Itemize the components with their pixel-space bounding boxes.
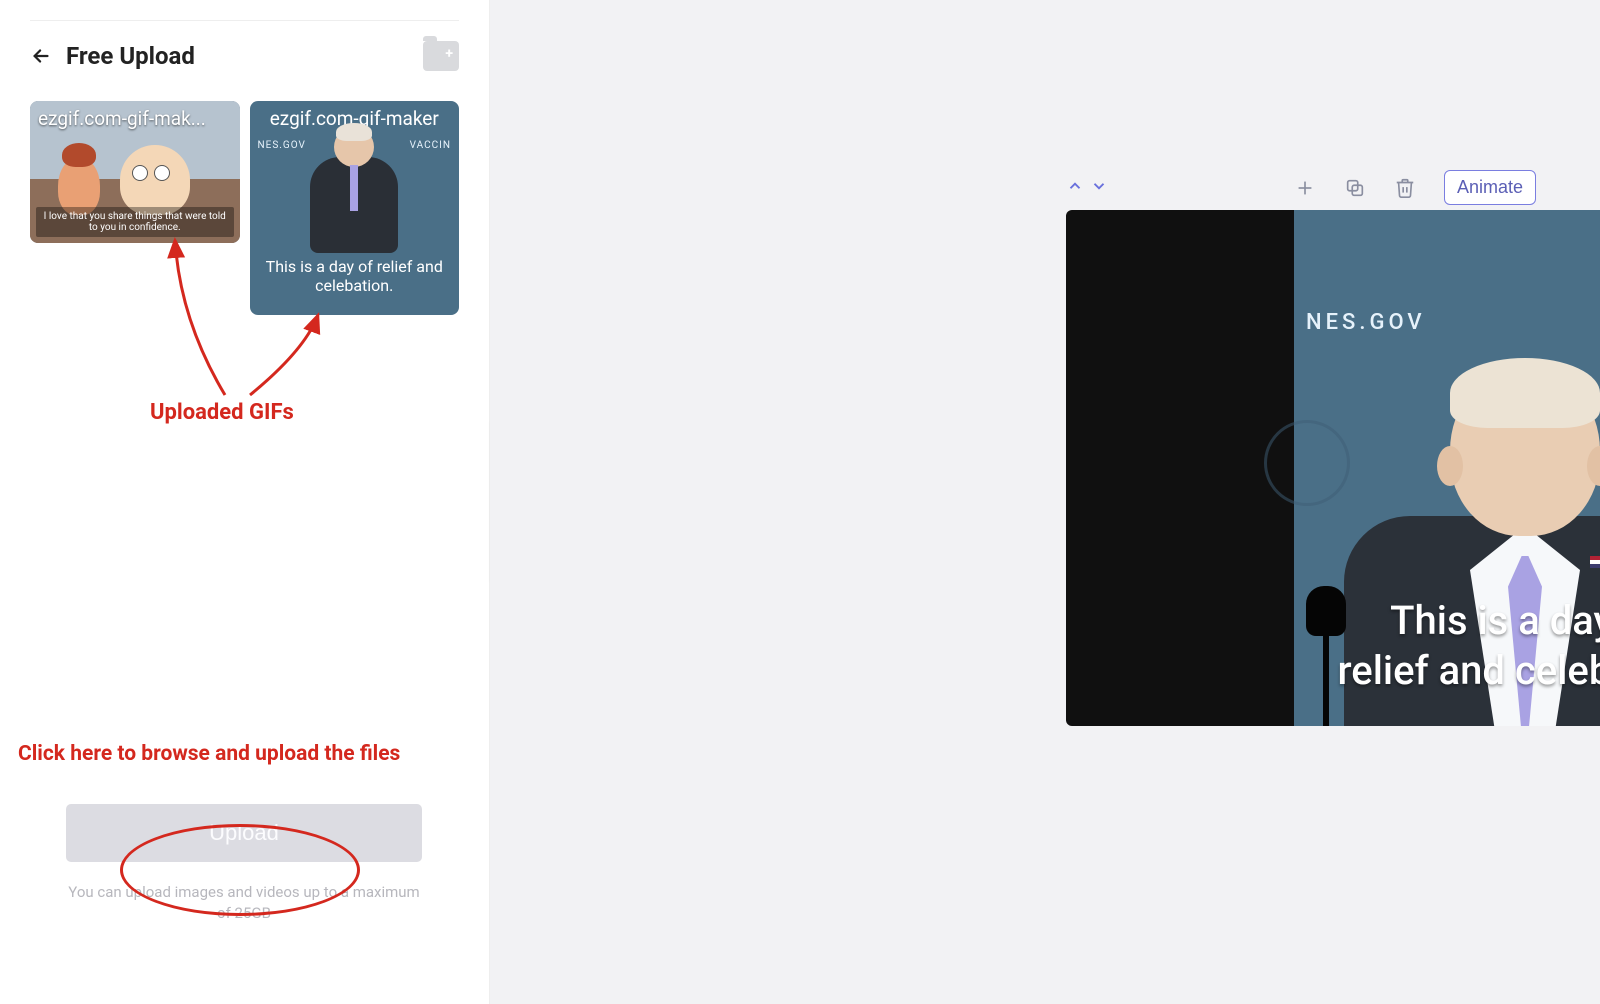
canvas-toolbar: Animate [1066, 170, 1536, 205]
add-icon[interactable] [1294, 177, 1316, 199]
trash-icon[interactable] [1394, 177, 1416, 199]
annotation-arrow-icon [120, 230, 340, 400]
upload-button[interactable]: Upload [66, 804, 422, 862]
annotation-uploaded-gifs: Uploaded GIFs [150, 400, 294, 425]
animate-button[interactable]: Animate [1444, 170, 1536, 205]
move-down-icon[interactable] [1090, 177, 1108, 199]
canvas-banner-left: NES.GOV [1306, 310, 1426, 335]
caption-line1: This is a day of [1066, 596, 1600, 646]
main-canvas-area: Animate NES.GOV VACCIN [490, 0, 1600, 1004]
caption-line2: relief and celebation. [1066, 646, 1600, 696]
canvas-frame[interactable]: NES.GOV VACCIN This is a day of r [1066, 210, 1600, 726]
upload-thumbnail[interactable]: ezgif.com-gif-mak... I love that you sha… [30, 101, 240, 243]
sidebar-header: Free Upload + [30, 41, 459, 71]
back-arrow-icon[interactable] [30, 45, 52, 67]
sidebar: Free Upload + ezgif.com-gif-mak... I lov… [0, 0, 490, 1004]
duplicate-icon[interactable] [1344, 177, 1366, 199]
canvas-caption: This is a day of relief and celebation. [1066, 596, 1600, 696]
new-folder-button[interactable]: + [423, 41, 459, 71]
move-up-icon[interactable] [1066, 177, 1084, 199]
thumbnail-filename: ezgif.com-gif-mak... [30, 101, 240, 136]
divider [30, 20, 459, 21]
annotation-click-here: Click here to browse and upload the file… [18, 742, 400, 766]
upload-help-text: You can upload images and videos up to a… [66, 882, 422, 924]
banner-right: VACCIN [410, 140, 451, 151]
plus-icon: + [445, 47, 453, 61]
upload-section: Upload You can upload images and videos … [66, 804, 422, 924]
banner-left: NES.GOV [258, 140, 306, 151]
sidebar-title: Free Upload [66, 42, 195, 70]
